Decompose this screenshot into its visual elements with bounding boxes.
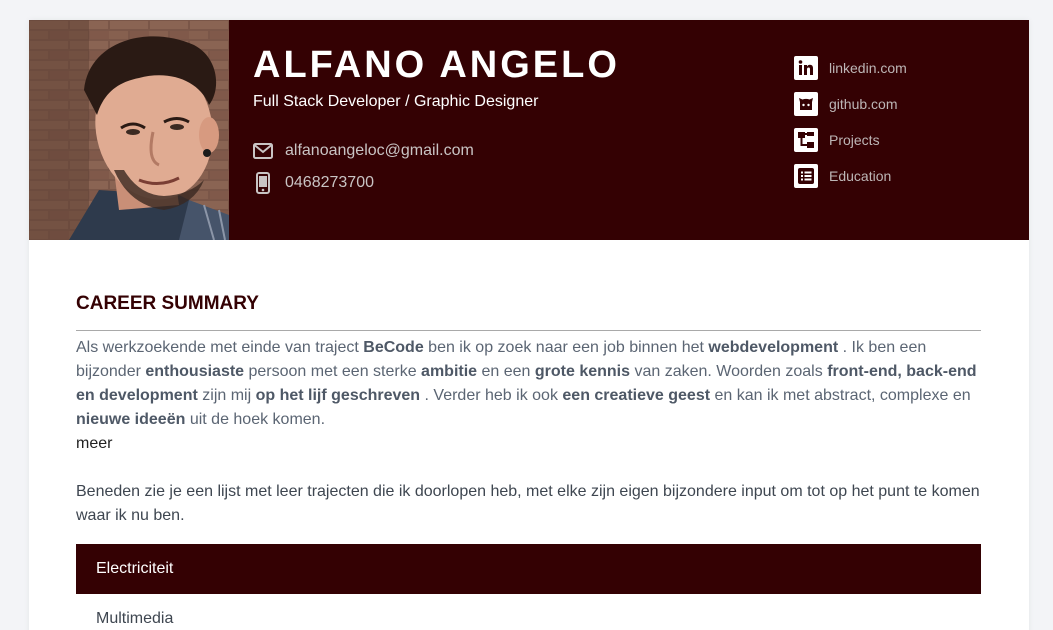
link-linkedin[interactable]: linkedin.com [794,56,907,80]
envelope-icon [253,140,273,162]
track-item-multimedia[interactable]: Multimedia [76,594,981,630]
link-label: Education [829,168,892,184]
resume-card: ALFANO ANGELO Full Stack Developer / Gra… [29,20,1029,630]
summary-text: van zaken. Woorden zoals [630,363,828,380]
email-text: alfanoangeloc@gmail.com [285,142,474,159]
summary-text: Als werkzoekende met einde van traject [76,339,364,356]
summary-text: . Verder heb ik ook [420,387,563,404]
read-more-link[interactable]: meer [76,432,112,456]
social-links: linkedin.com github.com Projects Educati… [794,56,907,200]
summary-paragraph: Als werkzoekende met einde van traject B… [76,336,986,432]
track-item-electriciteit[interactable]: Electriciteit [76,544,981,594]
summary-emphasis: webdevelopment [708,339,839,356]
linkedin-icon [794,56,818,80]
tracks-intro: Beneden zie je een lijst met leer trajec… [76,483,980,524]
link-label: github.com [829,96,898,112]
github-icon [794,92,818,116]
summary-text: en een [477,363,535,380]
link-github[interactable]: github.com [794,92,907,116]
summary-text: en kan ik met abstract, complexe en [710,387,971,404]
profile-photo [29,20,229,240]
section-title: CAREER SUMMARY [76,293,259,314]
link-label: Projects [829,132,880,148]
summary-emphasis: nieuwe ideeën [76,411,186,428]
summary-text: uit de hoek komen. [185,411,326,428]
summary-emphasis: ambitie [421,363,478,380]
sitemap-icon [794,128,818,152]
link-label: linkedin.com [829,60,907,76]
phone-text: 0468273700 [285,174,374,191]
list-icon [794,164,818,188]
summary-emphasis: op het lijf geschreven [255,387,421,404]
link-education[interactable]: Education [794,164,907,188]
email-contact[interactable]: alfanoangeloc@gmail.com [253,140,474,162]
summary-emphasis: enthousiaste [145,363,245,380]
summary-emphasis: BeCode [363,339,424,356]
link-projects[interactable]: Projects [794,128,907,152]
profile-tagline: Full Stack Developer / Graphic Designer [253,93,539,110]
summary-text: persoon met een sterke [244,363,422,380]
header-banner: ALFANO ANGELO Full Stack Developer / Gra… [29,20,1029,240]
profile-name: ALFANO ANGELO [253,44,620,86]
mobile-phone-icon [253,172,273,194]
summary-emphasis: grote kennis [534,363,631,380]
divider [76,330,981,331]
phone-contact[interactable]: 0468273700 [253,172,374,194]
summary-emphasis: een creatieve geest [562,387,711,404]
summary-text: ben ik op zoek naar een job binnen het [423,339,709,356]
summary-text: zijn mij [197,387,256,404]
